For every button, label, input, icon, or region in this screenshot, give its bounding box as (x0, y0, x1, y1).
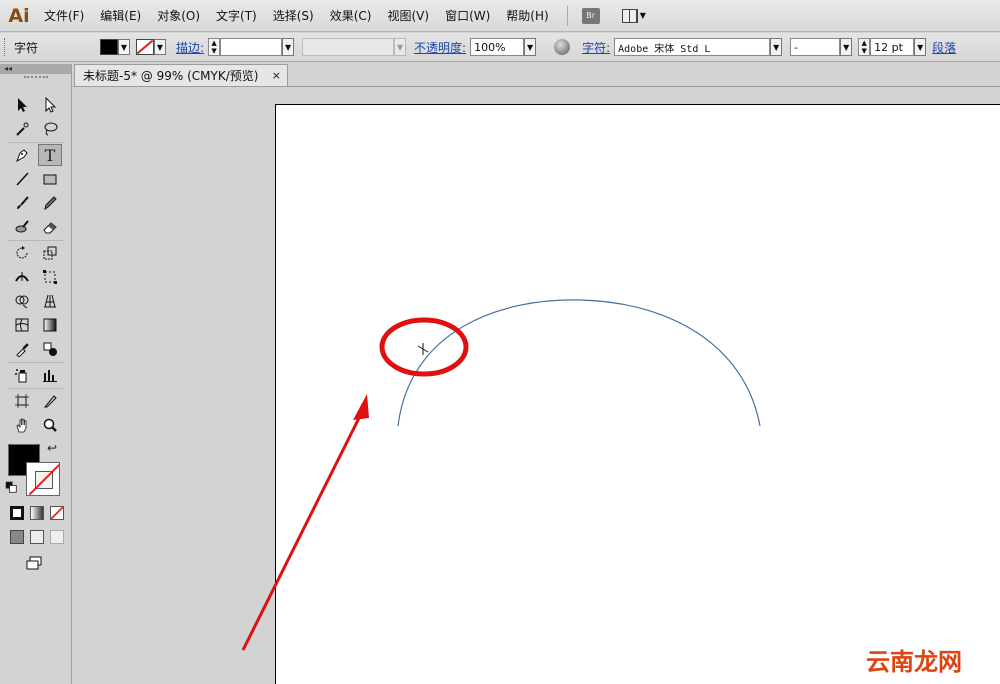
menu-effect[interactable]: 效果(C) (322, 7, 380, 24)
magic-wand-tool-icon[interactable] (10, 118, 34, 140)
pen-tool-icon[interactable] (10, 144, 34, 166)
font-style-field[interactable]: - (790, 38, 841, 56)
chevron-down-icon[interactable]: ▼ (770, 38, 783, 56)
artboard-tool-icon[interactable] (10, 390, 34, 412)
menu-view[interactable]: 视图(V) (379, 7, 437, 24)
brush-definition-field (302, 38, 395, 56)
menu-object[interactable]: 对象(O) (149, 7, 208, 24)
chevron-down-icon[interactable]: ▼ (914, 38, 927, 56)
eyedropper-tool-icon[interactable] (10, 338, 34, 360)
chevron-down-icon: ▼ (639, 11, 646, 20)
width-tool-icon[interactable] (10, 266, 34, 288)
paragraph-panel-link[interactable]: 段落 (932, 39, 956, 56)
font-size-stepper[interactable]: ▲ ▼ (858, 38, 871, 56)
rotate-tool-icon[interactable] (10, 242, 34, 264)
character-panel-link[interactable]: 字符: (582, 39, 610, 56)
menu-bar: Ai 文件(F) 编辑(E) 对象(O) 文字(T) 选择(S) 效果(C) 视… (0, 0, 1000, 32)
watermark: 云南龙网 (866, 648, 962, 676)
shape-builder-tool-icon[interactable] (10, 290, 34, 312)
draw-inside-icon[interactable] (50, 530, 64, 544)
paintbrush-tool-icon[interactable] (10, 192, 34, 214)
blob-brush-tool-icon[interactable] (10, 216, 34, 238)
gradient-mode-button[interactable] (30, 506, 44, 520)
chevron-down-icon[interactable]: ▼ (282, 38, 295, 56)
fill-swatch[interactable] (100, 39, 118, 55)
stroke-color-control[interactable]: ▼ (136, 39, 166, 55)
chevron-down-icon: ▼ (394, 38, 407, 56)
tools-panel-grip[interactable] (23, 76, 48, 84)
tool-divider (8, 388, 64, 389)
free-transform-tool-icon[interactable] (38, 266, 62, 288)
scale-tool-icon[interactable] (38, 242, 62, 264)
symbol-sprayer-tool-icon[interactable] (10, 364, 34, 386)
recolor-globe-icon[interactable] (554, 39, 571, 55)
tool-divider (8, 362, 64, 363)
layout-grid-icon (621, 8, 638, 23)
opacity-field[interactable]: 100% (470, 38, 525, 56)
stroke-panel-link[interactable]: 描边: (176, 39, 204, 56)
menu-file[interactable]: 文件(F) (36, 7, 92, 24)
font-size-field[interactable]: 12 pt (870, 38, 915, 56)
chevron-down-icon[interactable]: ▼ (524, 38, 537, 56)
slice-tool-icon[interactable] (38, 390, 62, 412)
pencil-tool-icon[interactable] (38, 192, 62, 214)
stroke-weight-field[interactable] (220, 38, 283, 56)
column-graph-tool-icon[interactable] (38, 364, 62, 386)
stroke-swatch[interactable] (136, 39, 154, 55)
default-colors-icon[interactable] (4, 480, 18, 494)
line-segment-tool-icon[interactable] (10, 168, 34, 190)
selection-tool-icon[interactable] (10, 94, 34, 116)
rectangle-tool-icon[interactable] (38, 168, 62, 190)
artboard[interactable] (275, 104, 1000, 684)
chevron-down-icon[interactable]: ▼ (154, 39, 166, 55)
app-logo: Ai (8, 4, 30, 27)
tool-divider (8, 240, 64, 241)
document-tab-title: 未标题-5* @ 99% (CMYK/预览) (83, 69, 259, 83)
mesh-tool-icon[interactable] (10, 314, 34, 336)
collapse-panel-icon[interactable]: ◂◂ (0, 64, 71, 74)
hand-tool-icon[interactable] (10, 414, 34, 436)
menu-edit[interactable]: 编辑(E) (92, 7, 149, 24)
screen-mode-icon[interactable] (22, 552, 46, 574)
chevron-down-icon[interactable]: ▼ (118, 39, 130, 55)
menu-help[interactable]: 帮助(H) (498, 7, 556, 24)
control-bar-grip[interactable] (4, 38, 10, 56)
menu-window[interactable]: 窗口(W) (437, 7, 498, 24)
menu-select[interactable]: 选择(S) (265, 7, 322, 24)
tool-divider (8, 142, 64, 143)
draw-normal-icon[interactable] (10, 530, 24, 544)
context-label: 字符 (14, 40, 39, 55)
stroke-weight-stepper[interactable]: ▲ ▼ (208, 38, 221, 56)
control-bar: 字符 ▼ ▼ 描边: ▲ ▼ ▼ ▼ 不透明度: 100% ▼ 字符: Adobe… (0, 33, 1000, 62)
chevron-down-icon[interactable]: ▼ (840, 38, 853, 56)
menu-type[interactable]: 文字(T) (208, 7, 265, 24)
eraser-tool-icon[interactable] (38, 216, 62, 238)
menu-divider (566, 5, 568, 26)
draw-behind-icon[interactable] (30, 530, 44, 544)
bridge-button[interactable]: Br (581, 7, 600, 24)
blend-tool-icon[interactable] (38, 338, 62, 360)
lasso-tool-icon[interactable] (38, 118, 62, 140)
tools-panel: ◂◂ T ↩ (0, 64, 72, 684)
gradient-tool-icon[interactable] (38, 314, 62, 336)
opacity-panel-link[interactable]: 不透明度: (414, 39, 466, 56)
perspective-grid-tool-icon[interactable] (38, 290, 62, 312)
document-tab[interactable]: 未标题-5* @ 99% (CMYK/预览) × (74, 64, 288, 86)
font-family-field[interactable]: Adobe 宋体 Std L (614, 38, 771, 56)
close-icon[interactable]: × (272, 69, 281, 82)
swap-fill-stroke-icon[interactable]: ↩ (44, 440, 60, 456)
zoom-tool-icon[interactable] (38, 414, 62, 436)
workspace-switcher-button[interactable]: ▼ (621, 8, 646, 23)
type-tool-icon[interactable]: T (38, 144, 62, 166)
stroke-color-box[interactable] (26, 462, 60, 496)
fill-color-control[interactable]: ▼ (100, 39, 130, 55)
direct-selection-tool-icon[interactable] (38, 94, 62, 116)
color-mode-button[interactable] (10, 506, 24, 520)
none-mode-button[interactable] (50, 506, 64, 520)
